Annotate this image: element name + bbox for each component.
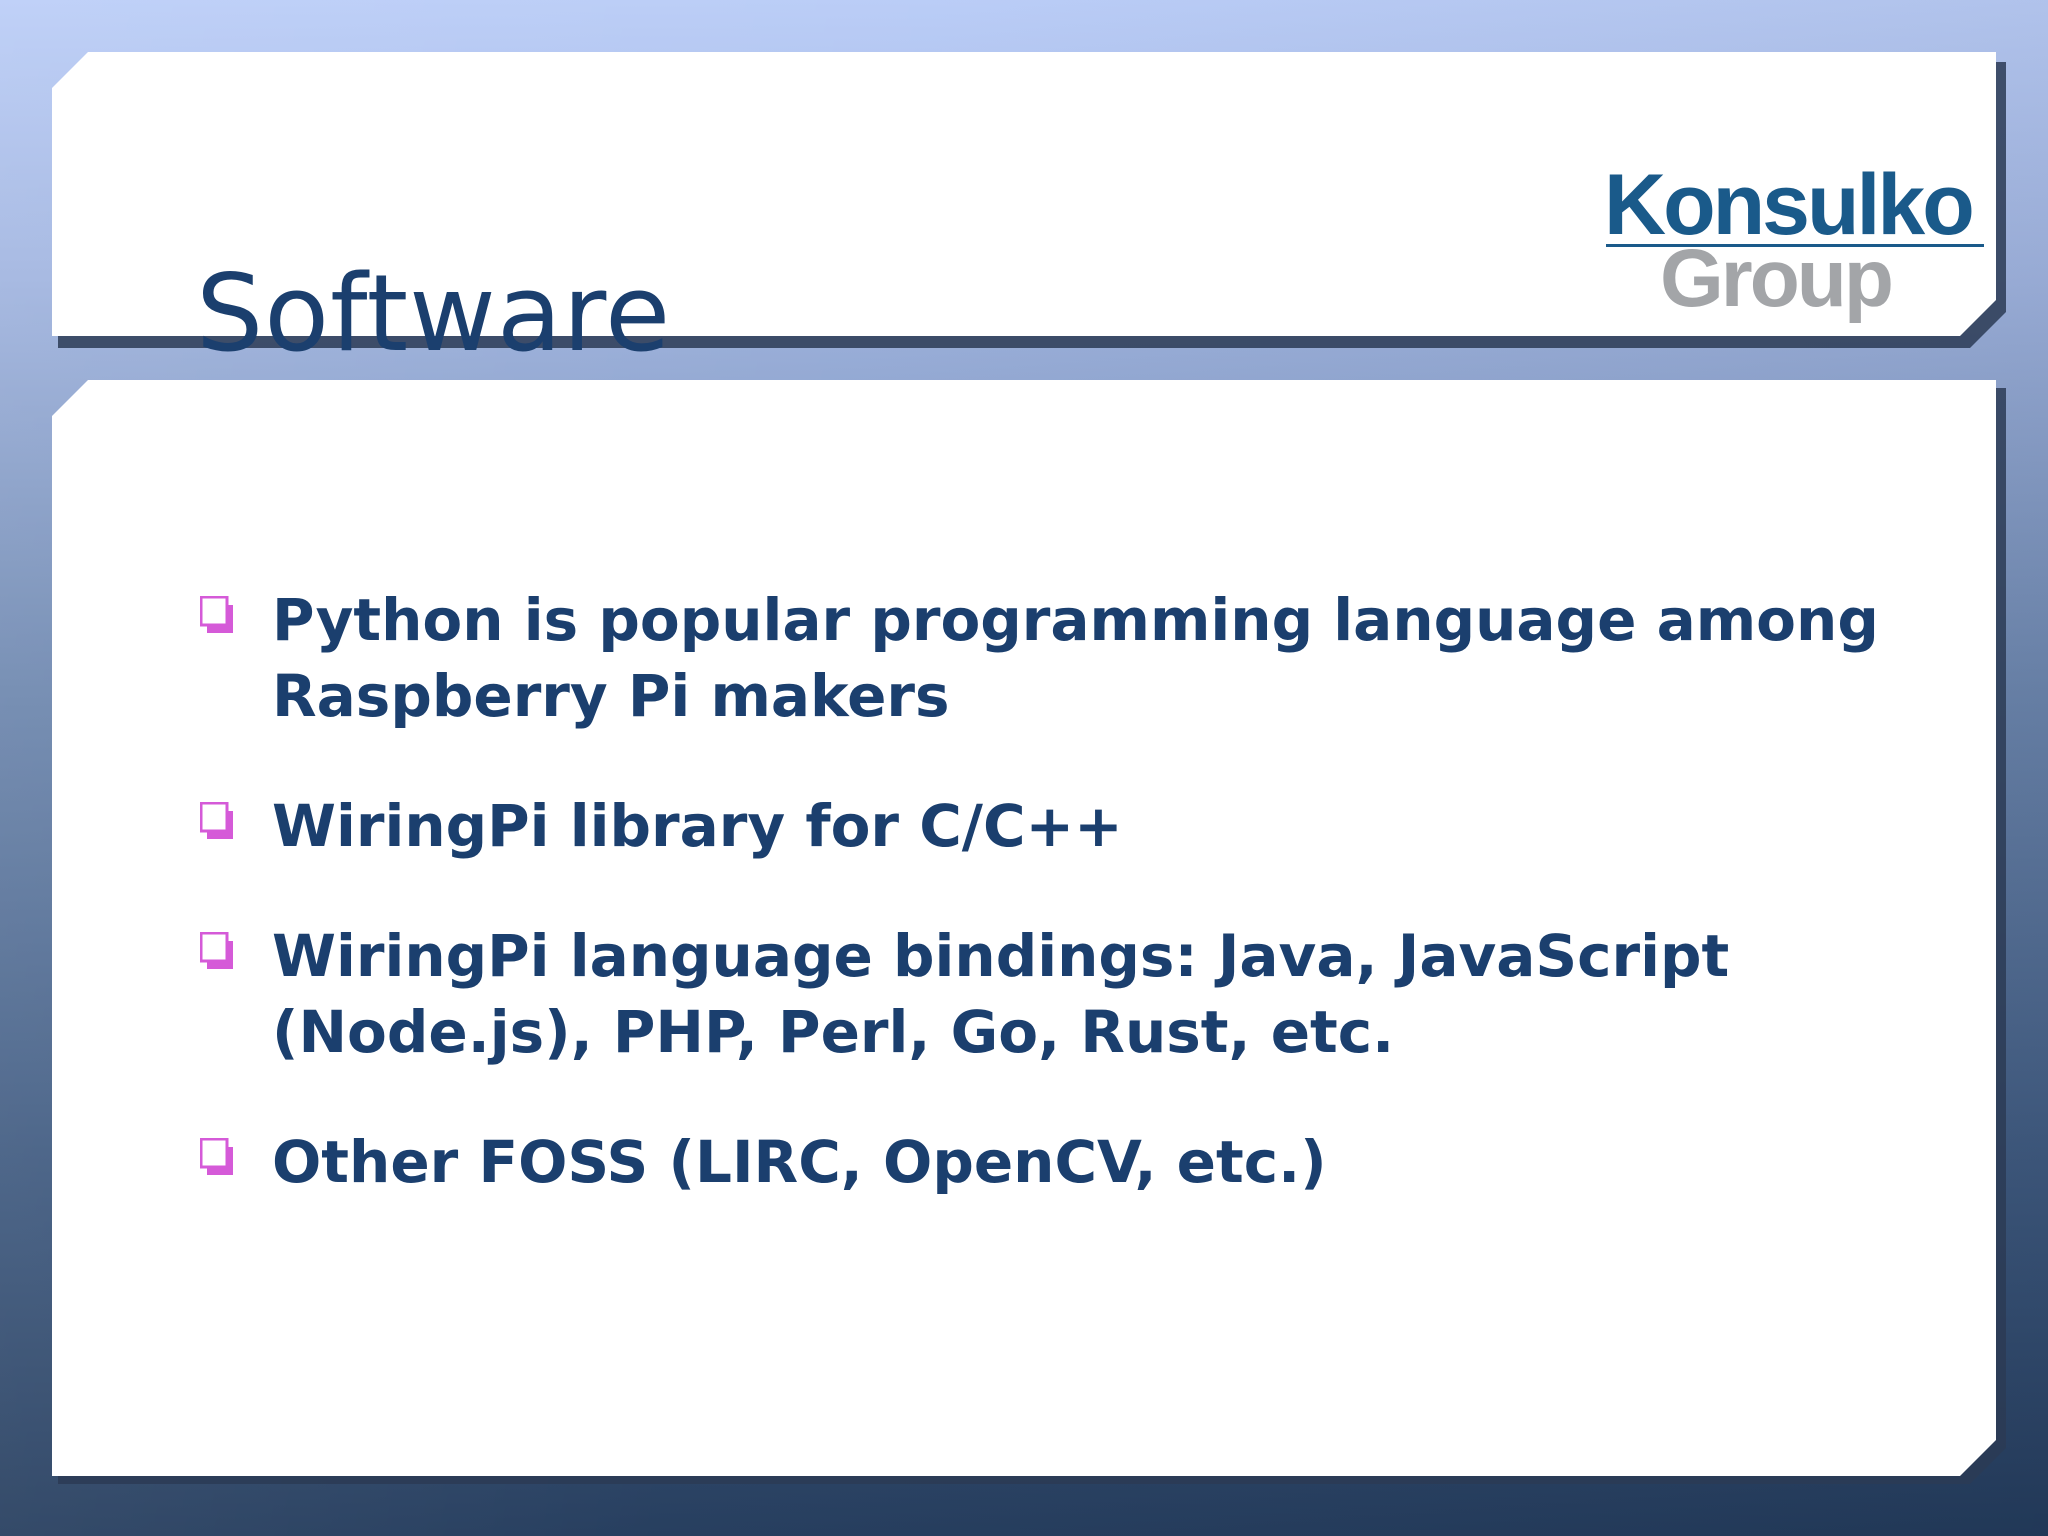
bullet-list: Python is popular programming language a… bbox=[196, 582, 1916, 1254]
bullet-text: WiringPi library for C/C++ bbox=[272, 792, 1123, 860]
bullet-item: Other FOSS (LIRC, OpenCV, etc.) bbox=[196, 1124, 1916, 1200]
square-bullet-icon bbox=[200, 932, 233, 969]
bullet-item: Python is popular programming language a… bbox=[196, 582, 1916, 734]
square-bullet-icon bbox=[200, 596, 233, 633]
slide-title: Software bbox=[196, 252, 672, 376]
logo-line-2: Group bbox=[1660, 233, 1894, 324]
bullet-text: Other FOSS (LIRC, OpenCV, etc.) bbox=[272, 1128, 1327, 1196]
bullet-text: Python is popular programming language a… bbox=[272, 586, 1879, 730]
bullet-item: WiringPi language bindings: Java, JavaSc… bbox=[196, 918, 1916, 1070]
square-bullet-icon bbox=[200, 1138, 233, 1175]
konsulko-group-logo: Konsulko Group bbox=[1604, 162, 1984, 322]
square-bullet-icon bbox=[200, 802, 233, 839]
bullet-item: WiringPi library for C/C++ bbox=[196, 788, 1916, 864]
bullet-text: WiringPi language bindings: Java, JavaSc… bbox=[272, 922, 1730, 1066]
